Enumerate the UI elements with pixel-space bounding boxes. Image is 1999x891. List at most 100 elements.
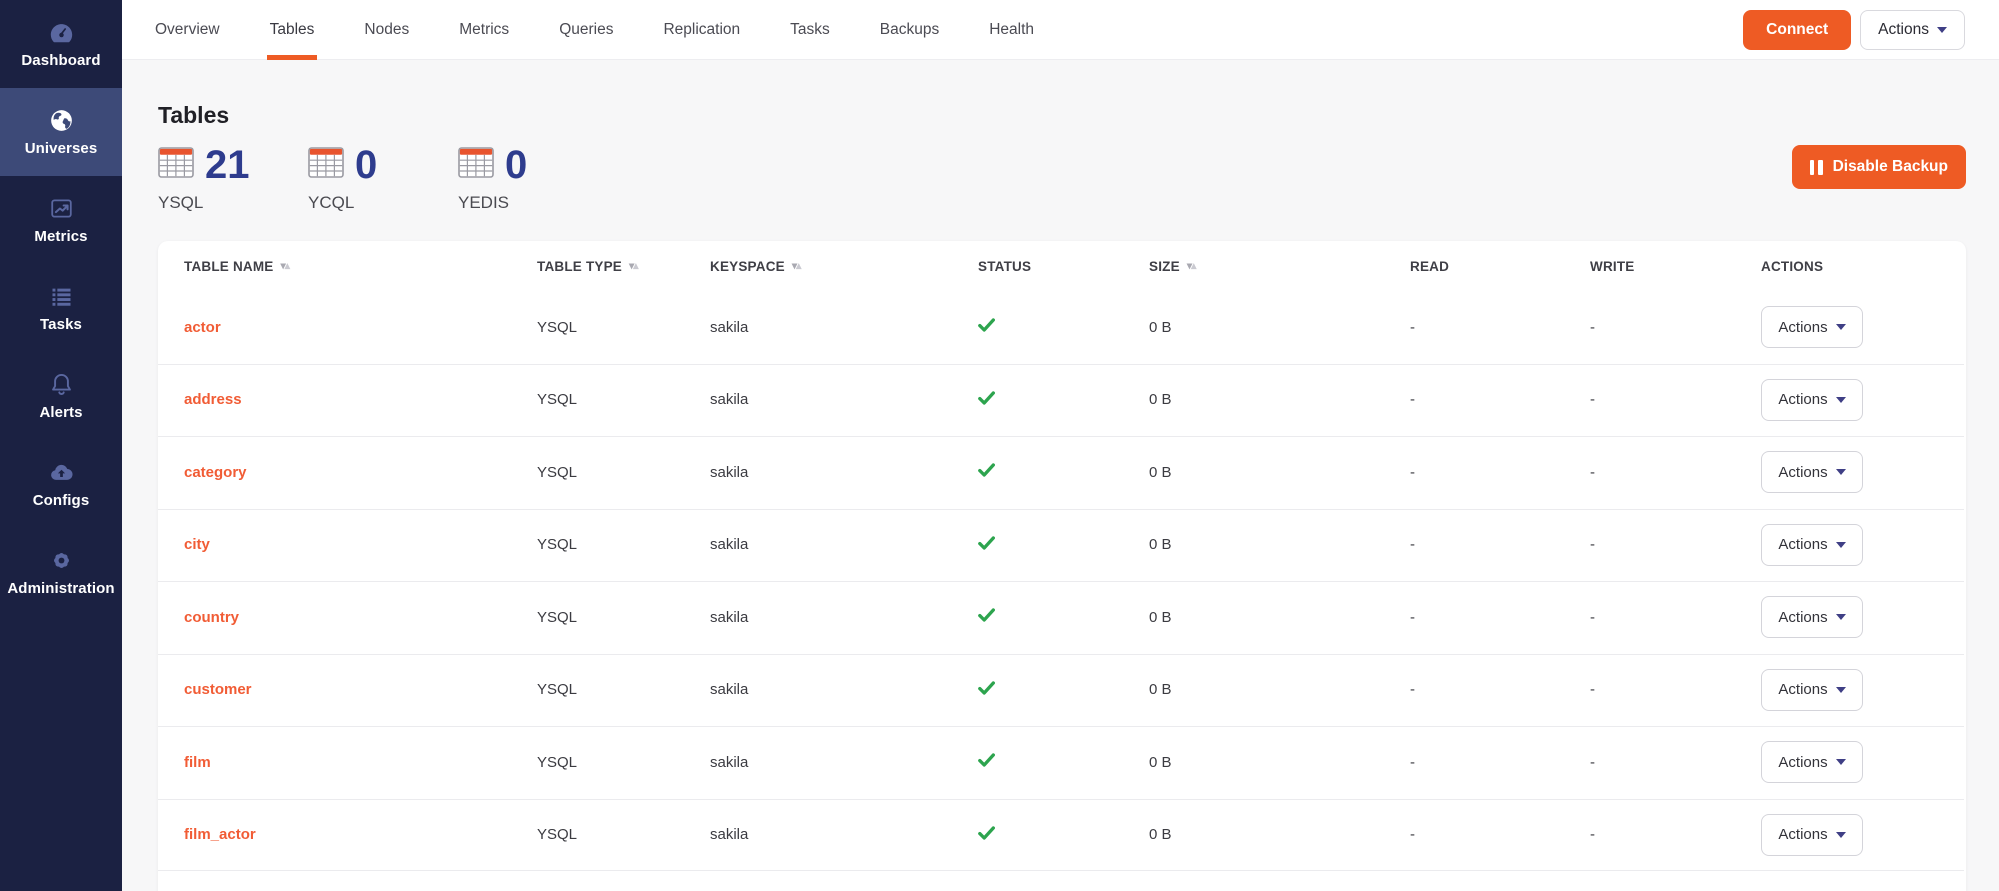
tab-queries[interactable]: Queries (559, 0, 613, 60)
tab-backups[interactable]: Backups (880, 0, 939, 60)
chevron-down-icon (1836, 542, 1846, 548)
table-name-link[interactable]: category (184, 464, 247, 481)
status-ok-icon (978, 537, 995, 554)
sidebar-item-universes[interactable]: Universes (0, 88, 122, 176)
cloud-upload-icon (48, 459, 75, 486)
column-header-table-type[interactable]: TABLE TYPE▾▴ (537, 259, 710, 274)
write-cell: - (1590, 681, 1761, 698)
table-name-link[interactable]: actor (184, 319, 221, 336)
table-type-cell: YSQL (537, 391, 710, 408)
table-row: film_actor YSQL sakila 0 B - - Actions (158, 799, 1966, 872)
row-actions-dropdown[interactable]: Actions (1761, 669, 1863, 711)
status-ok-icon (978, 464, 995, 481)
tab-tasks[interactable]: Tasks (790, 0, 830, 60)
keyspace-cell: sakila (710, 319, 978, 336)
column-header-table-name[interactable]: TABLE NAME▾▴ (184, 259, 537, 274)
gear-icon (48, 547, 75, 574)
keyspace-cell: sakila (710, 681, 978, 698)
sidebar-item-label: Administration (7, 580, 114, 597)
table-row: film YSQL sakila 0 B - - Actions (158, 726, 1966, 799)
sidebar-item-alerts[interactable]: Alerts (0, 352, 122, 440)
sort-icons: ▾▴ (281, 260, 290, 272)
read-cell: - (1410, 319, 1590, 336)
size-cell: 0 B (1149, 319, 1410, 336)
disable-backup-label: Disable Backup (1833, 158, 1948, 176)
table-name-link[interactable]: film (184, 754, 211, 771)
read-cell: - (1410, 536, 1590, 553)
sort-icons: ▾▴ (792, 260, 801, 272)
table-row: city YSQL sakila 0 B - - Actions (158, 509, 1966, 582)
table-name-link[interactable]: address (184, 391, 242, 408)
write-cell: - (1590, 319, 1761, 336)
table-name-link[interactable]: country (184, 609, 239, 626)
column-header-keyspace[interactable]: KEYSPACE▾▴ (710, 259, 978, 274)
tab-replication[interactable]: Replication (663, 0, 740, 60)
sidebar-item-label: Tasks (40, 316, 82, 333)
sidebar-item-tasks[interactable]: Tasks (0, 264, 122, 352)
chevron-down-icon (1836, 687, 1846, 693)
sidebar-item-metrics[interactable]: Metrics (0, 176, 122, 264)
sort-icons: ▾▴ (629, 260, 638, 272)
size-cell: 0 B (1149, 536, 1410, 553)
table-row: customer YSQL sakila 0 B - - Actions (158, 654, 1966, 727)
row-actions-dropdown[interactable]: Actions (1761, 741, 1863, 783)
size-cell: 0 B (1149, 754, 1410, 771)
table-type-cell: YSQL (537, 826, 710, 843)
status-cell (978, 681, 1149, 699)
sidebar-item-administration[interactable]: Administration (0, 528, 122, 616)
tab-tables[interactable]: Tables (270, 0, 315, 60)
universe-top-bar: Overview Tables Nodes Metrics Queries Replica… (122, 0, 1999, 60)
keyspace-cell: sakila (710, 391, 978, 408)
status-cell (978, 318, 1149, 336)
tab-health[interactable]: Health (989, 0, 1034, 60)
status-ok-icon (978, 392, 995, 409)
column-header-write: WRITE (1590, 259, 1761, 274)
tab-overview[interactable]: Overview (155, 0, 220, 60)
sidebar-item-label: Configs (33, 492, 90, 509)
write-cell: - (1590, 391, 1761, 408)
row-actions-dropdown[interactable]: Actions (1761, 306, 1863, 348)
sidebar: Dashboard Universes Metrics Tasks Alerts… (0, 0, 122, 891)
page-title: Tables (158, 102, 1966, 129)
table-row: address YSQL sakila 0 B - - Actions (158, 364, 1966, 437)
table-type-cell: YSQL (537, 536, 710, 553)
status-cell (978, 608, 1149, 626)
table-type-cell: YSQL (537, 464, 710, 481)
write-cell: - (1590, 536, 1761, 553)
disable-backup-button[interactable]: Disable Backup (1792, 145, 1966, 189)
gauge-icon (48, 19, 75, 46)
keyspace-cell: sakila (710, 754, 978, 771)
status-ok-icon (978, 754, 995, 771)
read-cell: - (1410, 609, 1590, 626)
chevron-down-icon (1836, 832, 1846, 838)
status-ok-icon (978, 609, 995, 626)
table-type-cell: YSQL (537, 681, 710, 698)
ysql-label: YSQL (158, 193, 308, 213)
chevron-down-icon (1836, 759, 1846, 765)
column-header-size[interactable]: SIZE▾▴ (1149, 259, 1410, 274)
tab-nodes[interactable]: Nodes (364, 0, 409, 60)
table-name-link[interactable]: city (184, 536, 210, 553)
chart-icon (48, 195, 75, 222)
read-cell: - (1410, 681, 1590, 698)
row-actions-dropdown[interactable]: Actions (1761, 379, 1863, 421)
table-name-link[interactable]: film_actor (184, 826, 256, 843)
bell-icon (48, 371, 75, 398)
row-actions-dropdown[interactable]: Actions (1761, 524, 1863, 566)
pause-icon (1810, 160, 1823, 175)
sidebar-item-configs[interactable]: Configs (0, 440, 122, 528)
sidebar-item-dashboard[interactable]: Dashboard (0, 0, 122, 88)
read-cell: - (1410, 826, 1590, 843)
row-actions-dropdown[interactable]: Actions (1761, 451, 1863, 493)
table-name-link[interactable]: customer (184, 681, 252, 698)
table-type-cell: YSQL (537, 609, 710, 626)
actions-dropdown[interactable]: Actions (1860, 10, 1965, 50)
read-cell: - (1410, 391, 1590, 408)
tab-metrics[interactable]: Metrics (459, 0, 509, 60)
yedis-label: YEDIS (458, 193, 608, 213)
keyspace-cell: sakila (710, 464, 978, 481)
row-actions-dropdown[interactable]: Actions (1761, 596, 1863, 638)
row-actions-dropdown[interactable]: Actions (1761, 814, 1863, 856)
connect-button[interactable]: Connect (1743, 10, 1851, 50)
keyspace-cell: sakila (710, 826, 978, 843)
